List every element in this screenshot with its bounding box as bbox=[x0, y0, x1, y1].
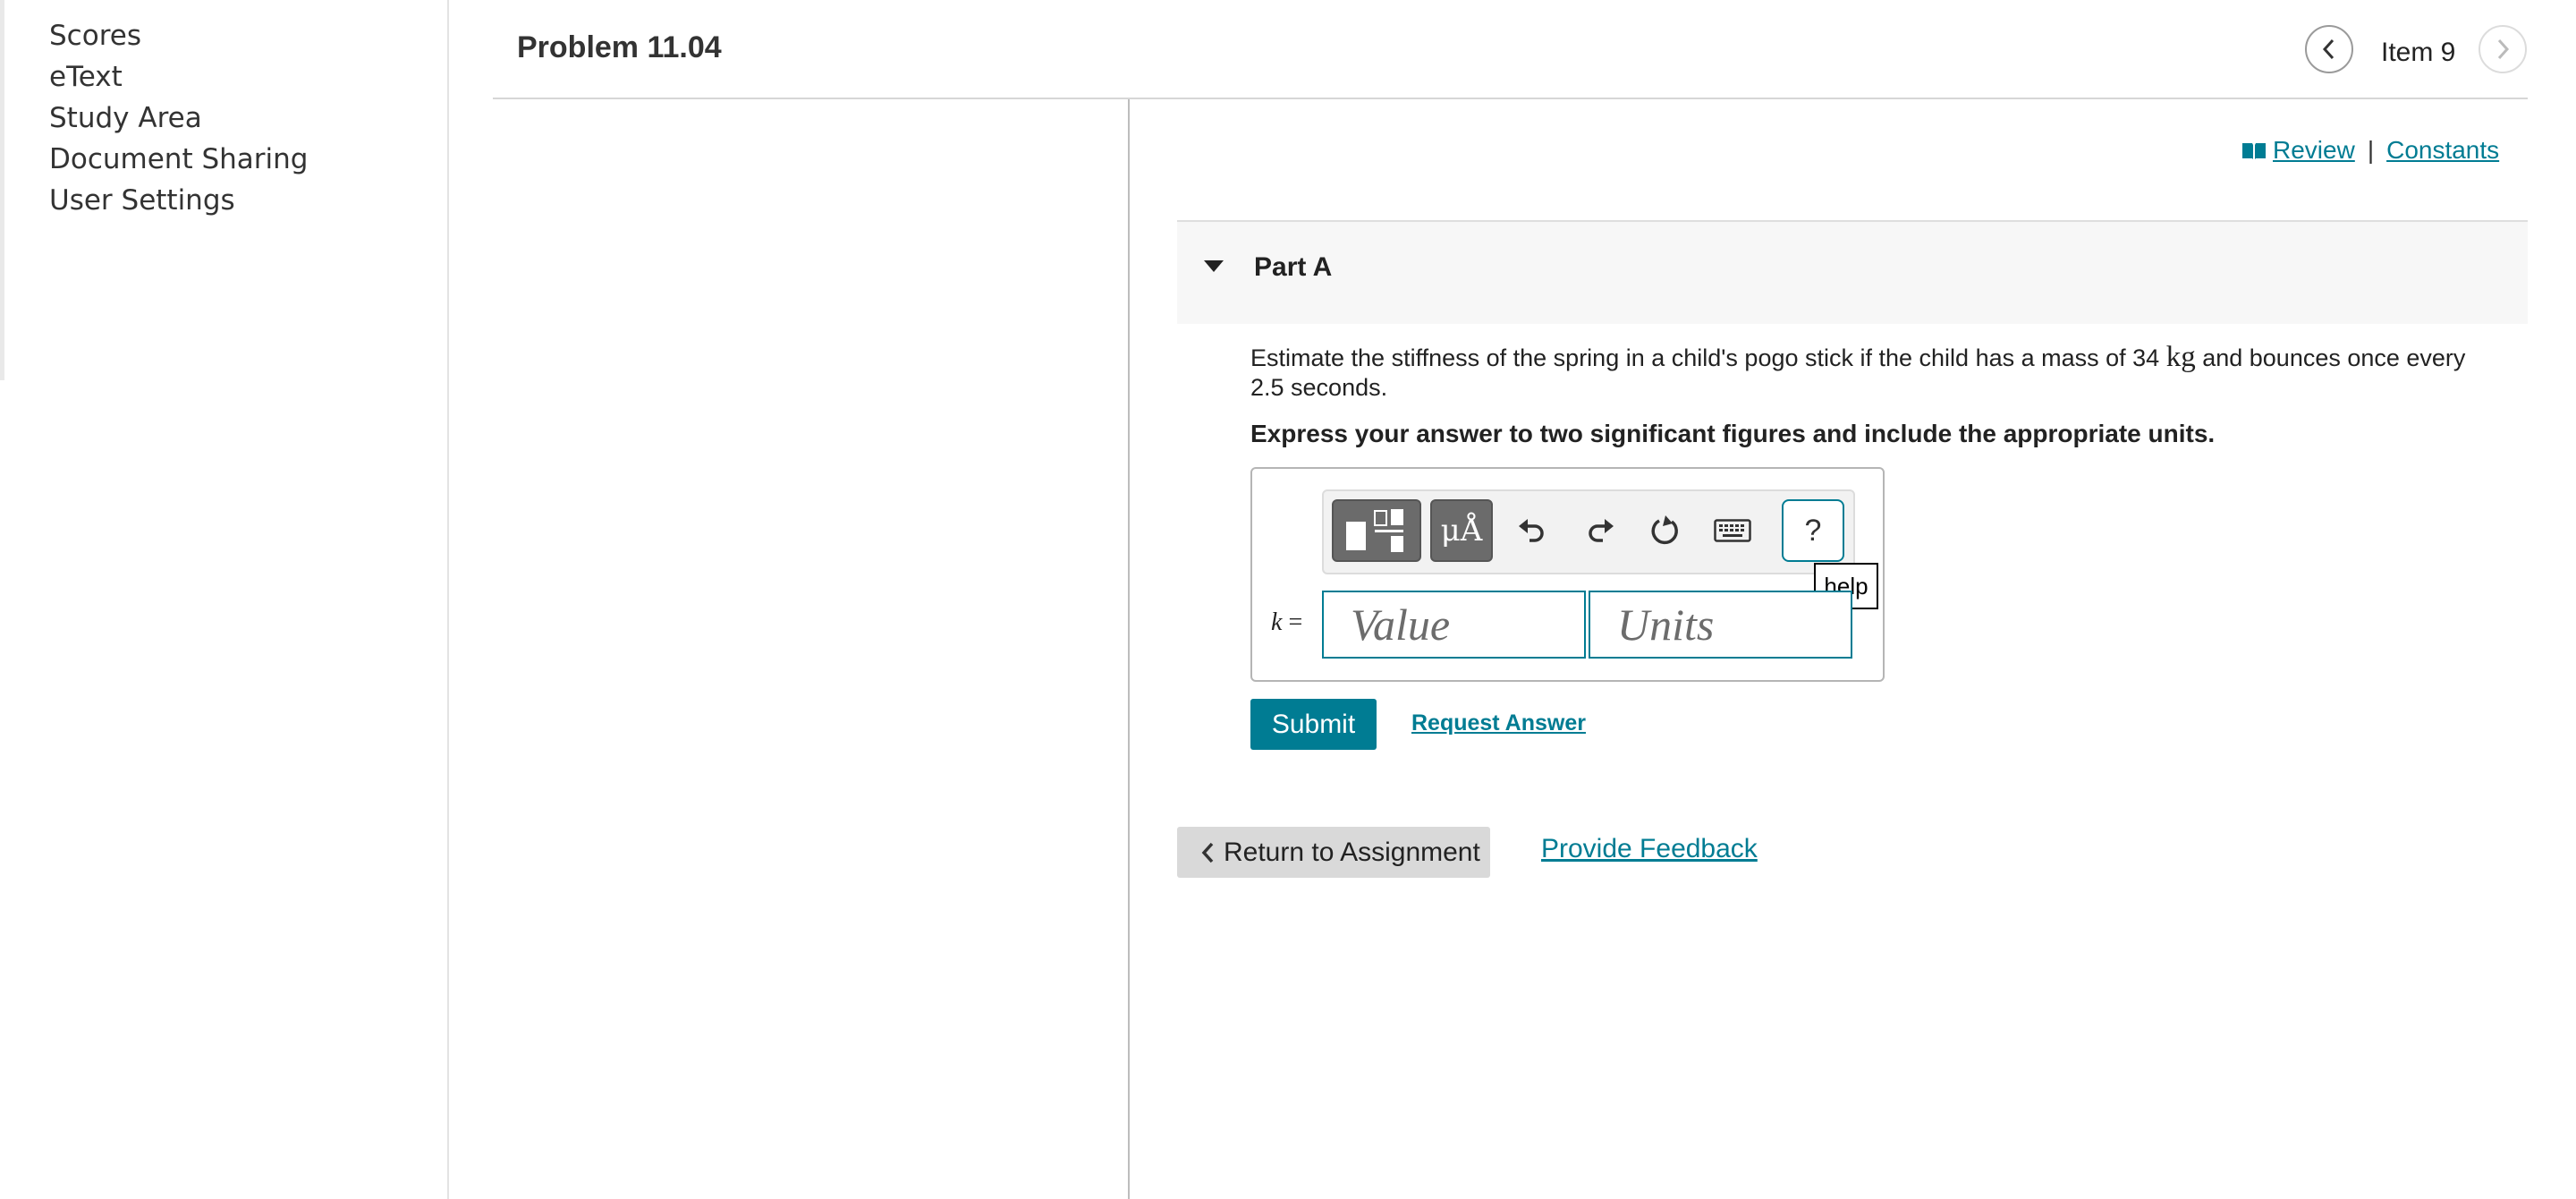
question-unit: kg bbox=[2165, 341, 2196, 373]
chevron-left-icon bbox=[1201, 842, 1214, 863]
constants-link[interactable]: Constants bbox=[2386, 136, 2499, 165]
equals-sign: = bbox=[1288, 608, 1303, 636]
answer-variable: k bbox=[1271, 608, 1283, 636]
templates-button[interactable] bbox=[1332, 499, 1421, 562]
part-a-header[interactable]: Part A bbox=[1177, 220, 2528, 324]
sidebar-item-study-area[interactable]: Study Area bbox=[49, 102, 202, 134]
undo-button[interactable] bbox=[1507, 506, 1557, 556]
return-label: Return to Assignment bbox=[1224, 837, 1480, 867]
units-input[interactable] bbox=[1589, 591, 1852, 659]
templates-icon bbox=[1346, 509, 1403, 552]
answer-variable-label: k = bbox=[1271, 608, 1302, 637]
course-sidebar: Scores eText Study Area Document Sharing… bbox=[0, 0, 449, 1199]
symbols-button[interactable]: μÅ bbox=[1430, 499, 1493, 562]
review-link[interactable]: Review bbox=[2273, 136, 2355, 165]
chevron-left-icon bbox=[2322, 38, 2334, 60]
provide-feedback-link[interactable]: Provide Feedback bbox=[1541, 834, 1758, 864]
part-title: Part A bbox=[1254, 252, 1333, 282]
help-button[interactable]: ? bbox=[1782, 499, 1844, 562]
item-indicator: Item 9 bbox=[2381, 38, 2456, 67]
value-input[interactable] bbox=[1322, 591, 1586, 659]
caret-down-icon bbox=[1204, 260, 1224, 272]
sidebar-item-document-sharing[interactable]: Document Sharing bbox=[49, 143, 308, 175]
redo-icon bbox=[1589, 519, 1614, 542]
pane-divider bbox=[1128, 99, 1130, 1199]
redo-button[interactable] bbox=[1575, 506, 1625, 556]
sidebar-item-user-settings[interactable]: User Settings bbox=[49, 184, 235, 217]
reset-button[interactable] bbox=[1640, 506, 1690, 556]
return-to-assignment-button[interactable]: Return to Assignment bbox=[1177, 827, 1490, 878]
problem-title: Problem 11.04 bbox=[517, 30, 722, 64]
submit-button[interactable]: Submit bbox=[1250, 699, 1377, 750]
resource-links: Review | Constants bbox=[2241, 136, 2499, 165]
answer-instructions: Express your answer to two significant f… bbox=[1250, 420, 2216, 447]
sidebar-item-scores[interactable]: Scores bbox=[49, 20, 141, 52]
sidebar-edge bbox=[0, 0, 4, 380]
reset-icon bbox=[1651, 515, 1678, 545]
link-separator: | bbox=[2367, 136, 2375, 164]
header-divider bbox=[493, 98, 2528, 99]
question-text: Estimate the stiffness of the spring in … bbox=[1250, 343, 2503, 403]
book-icon bbox=[2242, 143, 2266, 159]
keyboard-icon bbox=[1714, 519, 1751, 542]
undo-icon bbox=[1519, 519, 1544, 542]
chevron-right-icon bbox=[2497, 38, 2510, 60]
request-answer-link[interactable]: Request Answer bbox=[1411, 710, 1586, 736]
sidebar-item-etext[interactable]: eText bbox=[49, 61, 123, 93]
next-item-button[interactable] bbox=[2479, 25, 2527, 73]
keyboard-button[interactable] bbox=[1707, 506, 1758, 556]
previous-item-button[interactable] bbox=[2305, 25, 2353, 73]
question-text-before: Estimate the stiffness of the spring in … bbox=[1250, 344, 2160, 371]
